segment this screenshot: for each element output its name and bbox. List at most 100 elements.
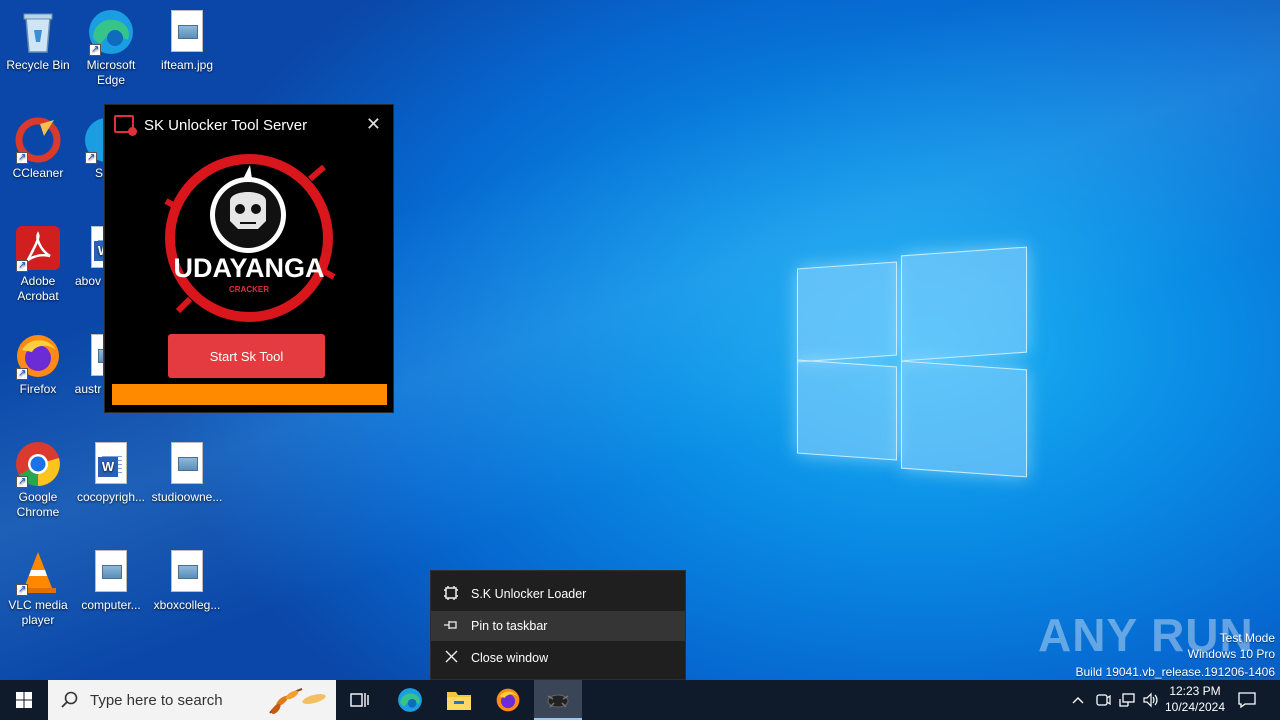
udayanga-cracker-logo: UDAYANGA CRACKER xyxy=(160,149,338,327)
file-icon xyxy=(83,332,103,380)
recycle-bin-icon xyxy=(14,8,62,56)
desktop-icon-microsoft-edge[interactable]: Microsoft Edge xyxy=(73,8,149,88)
shortcut-arrow-icon xyxy=(16,150,28,165)
tray-volume[interactable] xyxy=(1140,680,1162,720)
desktop-icon-vlc[interactable]: VLC media player xyxy=(0,548,76,628)
taskbar-sk-unlocker[interactable] xyxy=(534,680,582,720)
desktop-icon-studioowne[interactable]: studioowne... xyxy=(149,440,225,505)
jumplist-item-app[interactable]: S.K Unlocker Loader xyxy=(431,579,685,609)
search-highlight-autumn-icon xyxy=(269,688,326,714)
logo-subtext: CRACKER xyxy=(229,285,269,294)
desktop-icon-firefox[interactable]: Firefox xyxy=(0,332,76,397)
shortcut-arrow-icon xyxy=(16,474,28,489)
image-file-icon xyxy=(87,548,135,596)
task-view-icon xyxy=(350,693,369,707)
desktop-icon-computer[interactable]: computer... xyxy=(73,548,149,613)
taskbar-firefox[interactable] xyxy=(484,680,532,720)
desktop-icon-label: abov xyxy=(74,274,102,288)
desktop-icon-partial-austr[interactable]: austr xyxy=(73,332,103,397)
desktop-icon-adobe-acrobat[interactable]: Adobe Acrobat xyxy=(0,224,76,304)
close-icon xyxy=(431,650,471,666)
word-document-icon: W xyxy=(83,224,103,272)
pin-icon xyxy=(431,618,471,634)
build-label: Build 19041.vb_release.191206-1406 xyxy=(1075,665,1276,679)
windows-wallpaper-logo xyxy=(795,243,1029,479)
desktop-icon-label: ifteam.jpg xyxy=(160,58,214,72)
logo-wordmark: UDAYANGA xyxy=(173,253,325,283)
desktop-icon-label: studioowne... xyxy=(151,490,223,504)
ccleaner-icon xyxy=(14,116,62,165)
sk-unlocker-window[interactable]: SK Unlocker Tool Server ✕ UDAYANGA CRACK… xyxy=(104,104,394,413)
edge-icon xyxy=(398,688,422,712)
desktop-icon-ccleaner[interactable]: CCleaner xyxy=(0,116,76,181)
desktop-icon-label: VLC media player xyxy=(8,598,68,627)
folder-icon xyxy=(447,692,471,710)
edge-icon xyxy=(83,116,103,165)
windows-logo-icon xyxy=(16,692,32,708)
progress-bar xyxy=(112,384,387,405)
desktop-icon-label: Microsoft Edge xyxy=(86,58,136,87)
acrobat-icon xyxy=(14,224,62,273)
desktop-icon-cocopyrigh[interactable]: W cocopyrigh... xyxy=(73,440,149,505)
shortcut-arrow-icon xyxy=(16,258,28,273)
taskbar-file-explorer[interactable] xyxy=(435,680,483,720)
desktop-icon-label: Recycle Bin xyxy=(6,58,70,72)
taskbar-jump-list[interactable]: S.K Unlocker Loader Pin to taskbar Close… xyxy=(430,570,686,680)
firefox-icon xyxy=(496,688,520,712)
desktop-icon-label: cocopyrigh... xyxy=(76,490,146,504)
desktop-icon-partial-s[interactable]: S xyxy=(73,116,103,181)
show-hidden-icons-button[interactable] xyxy=(1066,680,1090,720)
edge-icon xyxy=(87,8,135,57)
desktop-icon-label: xboxcolleg... xyxy=(153,598,221,612)
task-view-button[interactable] xyxy=(336,680,384,720)
start-button[interactable] xyxy=(0,680,48,720)
jumplist-item-close[interactable]: Close window xyxy=(431,643,685,673)
app-window-icon xyxy=(114,115,137,136)
jumplist-label: Pin to taskbar xyxy=(471,619,548,633)
taskbar: Type here to search 12:23 PM 10/24/2024 xyxy=(0,680,1280,720)
desktop-icon-label: Firefox xyxy=(19,382,57,396)
tray-meet-now[interactable] xyxy=(1092,680,1114,720)
window-titlebar[interactable]: SK Unlocker Tool Server ✕ xyxy=(105,105,393,145)
vlc-cone-icon xyxy=(14,548,62,597)
taskbar-search-box[interactable]: Type here to search xyxy=(48,680,336,720)
desktop-icon-label: Adobe Acrobat xyxy=(17,274,59,303)
desktop-icon-xboxcolleg[interactable]: xboxcolleg... xyxy=(149,548,225,613)
desktop-icon-label: austr xyxy=(74,382,102,396)
shortcut-arrow-icon xyxy=(16,366,28,381)
notification-icon xyxy=(1238,692,1256,708)
start-sk-tool-button[interactable]: Start Sk Tool xyxy=(168,334,325,378)
chevron-up-icon xyxy=(1072,697,1084,704)
speaker-icon xyxy=(1143,692,1158,708)
desktop-icon-label: computer... xyxy=(81,598,141,612)
jumplist-item-pin[interactable]: Pin to taskbar xyxy=(431,611,685,641)
chrome-icon xyxy=(14,440,62,489)
word-document-icon: W xyxy=(87,440,135,488)
image-file-icon xyxy=(163,548,211,596)
firefox-icon xyxy=(14,332,62,381)
close-button[interactable]: ✕ xyxy=(366,114,381,134)
image-file-icon xyxy=(163,8,211,56)
clock-time: 12:23 PM xyxy=(1169,684,1221,698)
search-placeholder: Type here to search xyxy=(90,691,223,709)
windows-edition-label: Windows 10 Pro xyxy=(1187,647,1275,661)
desktop-icon-label: Google Chrome xyxy=(16,490,60,519)
desktop-icon-ifteam-jpg[interactable]: ifteam.jpg xyxy=(149,8,225,73)
test-mode-label: Test Mode xyxy=(1219,631,1275,645)
search-icon xyxy=(61,691,78,708)
sk-unlocker-app-icon xyxy=(547,694,569,708)
app-icon xyxy=(431,585,471,603)
image-file-icon xyxy=(163,440,211,488)
tray-network[interactable] xyxy=(1116,680,1138,720)
action-center-button[interactable] xyxy=(1234,680,1260,720)
shortcut-arrow-icon xyxy=(85,150,97,165)
desktop-icon-partial-abov[interactable]: W abov xyxy=(73,224,103,289)
meet-icon xyxy=(1096,694,1111,706)
taskbar-edge[interactable] xyxy=(386,680,434,720)
taskbar-clock[interactable]: 12:23 PM 10/24/2024 xyxy=(1160,683,1230,715)
clock-date: 10/24/2024 xyxy=(1164,700,1226,714)
desktop-icon-recycle-bin[interactable]: Recycle Bin xyxy=(0,8,76,73)
window-title: SK Unlocker Tool Server xyxy=(144,117,308,134)
jumplist-label: S.K Unlocker Loader xyxy=(471,587,587,601)
desktop-icon-google-chrome[interactable]: Google Chrome xyxy=(0,440,76,520)
